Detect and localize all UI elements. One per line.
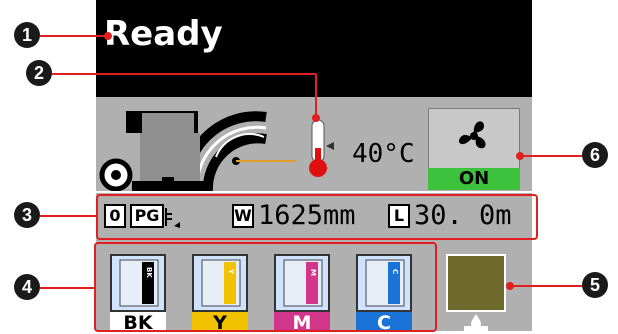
callout-2: 2 [26, 60, 52, 86]
callout-leaders [40, 32, 582, 290]
callout-5: 5 [582, 272, 608, 298]
callout-3: 3 [14, 202, 40, 228]
callout-6: 6 [582, 142, 608, 168]
callout-1: 1 [14, 22, 40, 48]
callout-4: 4 [14, 274, 40, 300]
